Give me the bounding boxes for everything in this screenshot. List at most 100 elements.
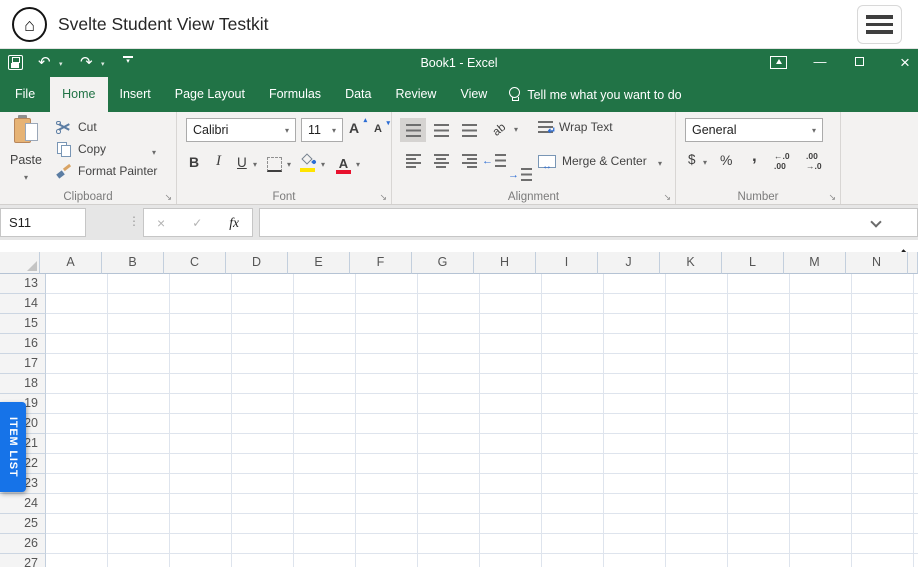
column-header-N[interactable]: N (846, 252, 908, 274)
cell-A13[interactable] (46, 274, 108, 294)
cell-E13[interactable] (294, 274, 356, 294)
cell-H16[interactable] (480, 334, 542, 354)
cell-I21[interactable] (542, 434, 604, 454)
cell-E15[interactable] (294, 314, 356, 334)
cell-B25[interactable] (108, 514, 170, 534)
tab-page-layout[interactable]: Page Layout (163, 77, 257, 112)
cell-I20[interactable] (542, 414, 604, 434)
increase-decimal-button[interactable]: ←.0 .00 (774, 152, 790, 171)
cell-L19[interactable] (728, 394, 790, 414)
cell-E14[interactable] (294, 294, 356, 314)
cell-A18[interactable] (46, 374, 108, 394)
cell-H13[interactable] (480, 274, 542, 294)
cell-B16[interactable] (108, 334, 170, 354)
cell-F27[interactable] (356, 554, 418, 567)
fill-color-dropdown-icon[interactable]: ▾ (321, 160, 325, 169)
alignment-dialog-launcher-icon[interactable]: ↘ (663, 192, 671, 202)
cell-G25[interactable] (418, 514, 480, 534)
cell-J24[interactable] (604, 494, 666, 514)
tab-home[interactable]: Home (50, 77, 107, 112)
cell-L13[interactable] (728, 274, 790, 294)
cell-B13[interactable] (108, 274, 170, 294)
cell-M15[interactable] (790, 314, 852, 334)
cell-D16[interactable] (232, 334, 294, 354)
column-header-M[interactable]: M (784, 252, 846, 274)
cell-L15[interactable] (728, 314, 790, 334)
cell-B21[interactable] (108, 434, 170, 454)
home-button[interactable]: ⌂ (12, 7, 47, 42)
cell-partial-24[interactable] (914, 494, 918, 514)
cell-H15[interactable] (480, 314, 542, 334)
row-header-27[interactable]: 27 (0, 554, 46, 567)
cell-C26[interactable] (170, 534, 232, 554)
cell-F21[interactable] (356, 434, 418, 454)
cell-N25[interactable] (852, 514, 914, 534)
row-header-16[interactable]: 16 (0, 334, 46, 354)
cell-A16[interactable] (46, 334, 108, 354)
cell-C22[interactable] (170, 454, 232, 474)
tab-review[interactable]: Review (383, 77, 448, 112)
cell-J20[interactable] (604, 414, 666, 434)
row-header-24[interactable]: 24 (0, 494, 46, 514)
column-header-C[interactable]: C (164, 252, 226, 274)
cell-F17[interactable] (356, 354, 418, 374)
cell-B19[interactable] (108, 394, 170, 414)
cell-L23[interactable] (728, 474, 790, 494)
cell-F19[interactable] (356, 394, 418, 414)
cell-E20[interactable] (294, 414, 356, 434)
cell-C18[interactable] (170, 374, 232, 394)
cell-A27[interactable] (46, 554, 108, 567)
cell-A21[interactable] (46, 434, 108, 454)
cell-J15[interactable] (604, 314, 666, 334)
cell-F15[interactable] (356, 314, 418, 334)
cell-D18[interactable] (232, 374, 294, 394)
row-header-14[interactable]: 14 (0, 294, 46, 314)
cell-G13[interactable] (418, 274, 480, 294)
cell-C24[interactable] (170, 494, 232, 514)
cell-L25[interactable] (728, 514, 790, 534)
cell-D27[interactable] (232, 554, 294, 567)
cell-M22[interactable] (790, 454, 852, 474)
cell-C17[interactable] (170, 354, 232, 374)
cell-A20[interactable] (46, 414, 108, 434)
cell-I24[interactable] (542, 494, 604, 514)
cancel-formula-icon[interactable]: × (157, 215, 165, 231)
customize-quick-access-toolbar-icon[interactable]: ▾ (122, 56, 134, 66)
copy-button[interactable]: Copy (57, 142, 106, 156)
cell-L14[interactable] (728, 294, 790, 314)
cell-H18[interactable] (480, 374, 542, 394)
cell-H27[interactable] (480, 554, 542, 567)
cell-partial-15[interactable] (914, 314, 918, 334)
bold-button[interactable]: B (189, 154, 199, 170)
cell-A17[interactable] (46, 354, 108, 374)
cell-C20[interactable] (170, 414, 232, 434)
cell-A24[interactable] (46, 494, 108, 514)
cell-G22[interactable] (418, 454, 480, 474)
cell-J14[interactable] (604, 294, 666, 314)
cell-C21[interactable] (170, 434, 232, 454)
cell-I17[interactable] (542, 354, 604, 374)
cell-K13[interactable] (666, 274, 728, 294)
cell-B23[interactable] (108, 474, 170, 494)
cell-I26[interactable] (542, 534, 604, 554)
cell-B24[interactable] (108, 494, 170, 514)
align-center-button[interactable] (428, 149, 454, 173)
font-name-combo[interactable]: Calibri ▾ (186, 118, 296, 142)
cell-K22[interactable] (666, 454, 728, 474)
cell-G26[interactable] (418, 534, 480, 554)
cell-C25[interactable] (170, 514, 232, 534)
cell-A19[interactable] (46, 394, 108, 414)
align-left-button[interactable] (400, 149, 426, 173)
cell-N17[interactable] (852, 354, 914, 374)
cell-H14[interactable] (480, 294, 542, 314)
cell-H26[interactable] (480, 534, 542, 554)
column-header-A[interactable]: A (40, 252, 102, 274)
restore-window-icon[interactable] (855, 57, 864, 66)
fill-color-icon[interactable] (300, 155, 316, 171)
cell-J17[interactable] (604, 354, 666, 374)
cell-M26[interactable] (790, 534, 852, 554)
cell-I14[interactable] (542, 294, 604, 314)
cell-J26[interactable] (604, 534, 666, 554)
cell-J19[interactable] (604, 394, 666, 414)
cell-M20[interactable] (790, 414, 852, 434)
